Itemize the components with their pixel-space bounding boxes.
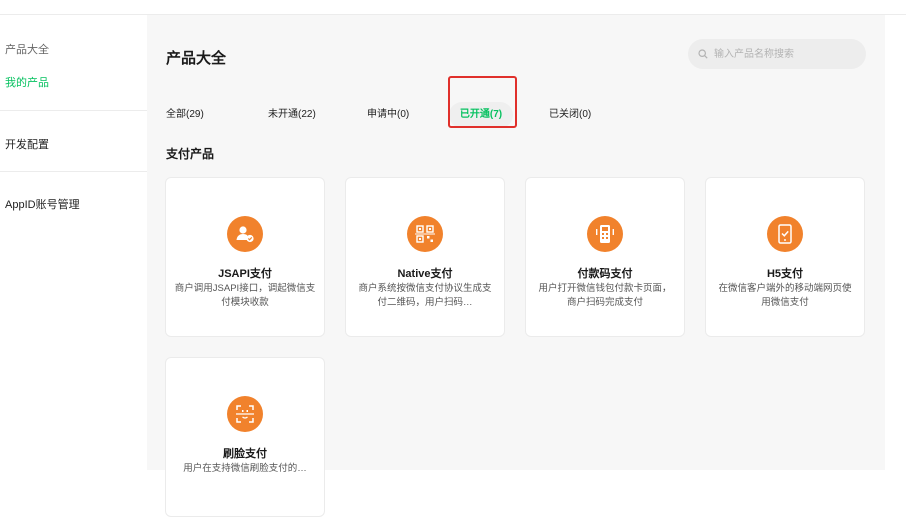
product-card-face-pay[interactable]: 刷脸支付 用户在支持微信刷脸支付的… <box>165 357 325 517</box>
search-input[interactable] <box>712 47 856 61</box>
sidebar-group-dev: 开发配置 <box>5 136 49 152</box>
sidebar-item-dev-config[interactable]: 开发配置 <box>5 136 49 152</box>
product-name: Native支付 <box>397 268 453 280</box>
product-card-h5[interactable]: H5支付 在微信客户端外的移动端网页使用微信支付 <box>705 177 865 337</box>
user-check-icon <box>227 216 263 252</box>
product-description: 商户调用JSAPI接口，调起微信支付模块收款 <box>174 283 316 308</box>
sidebar-divider <box>0 171 147 172</box>
tab-applying[interactable]: 申请中(0) <box>367 102 409 128</box>
pos-scanner-icon <box>587 216 623 252</box>
sidebar-group-appid: AppID账号管理 <box>5 196 80 212</box>
sidebar-item-my-products[interactable]: 我的产品 <box>5 74 49 90</box>
qr-code-icon <box>407 216 443 252</box>
section-title: 支付产品 <box>166 147 215 161</box>
tab-activated[interactable]: 已开通(7) <box>449 102 513 128</box>
tab-not-activated[interactable]: 未开通(22) <box>268 102 316 128</box>
product-name: 付款码支付 <box>577 268 633 280</box>
page-title: 产品大全 <box>166 50 227 67</box>
sidebar-divider <box>0 110 147 111</box>
top-bar <box>0 0 906 15</box>
right-gutter <box>885 15 906 470</box>
sidebar-item-appid-management[interactable]: AppID账号管理 <box>5 196 80 212</box>
product-card-jsapi[interactable]: JSAPI支付 商户调用JSAPI接口，调起微信支付模块收款 <box>165 177 325 337</box>
tab-all[interactable]: 全部(29) <box>166 102 204 128</box>
product-card-native[interactable]: Native支付 商户系统按微信支付协议生成支付二维码，用户扫码… <box>345 177 505 337</box>
main-content: 产品大全 全部(29) 未开通(22) 申请中(0) 已开通(7) 已关闭(0)… <box>147 15 885 517</box>
product-card-payment-code[interactable]: 付款码支付 用户打开微信钱包付款卡页面，商户扫码完成支付 <box>525 177 685 337</box>
product-description: 用户在支持微信刷脸支付的… <box>183 463 307 474</box>
product-description: 用户打开微信钱包付款卡页面，商户扫码完成支付 <box>538 283 672 308</box>
sidebar: 产品大全 我的产品 开发配置 AppID账号管理 <box>0 15 147 470</box>
sidebar-item-product-catalog[interactable]: 产品大全 <box>5 41 49 57</box>
product-name: JSAPI支付 <box>218 268 272 280</box>
search-icon <box>698 49 708 59</box>
product-description: 在微信客户端外的移动端网页使用微信支付 <box>718 283 852 308</box>
search-box[interactable] <box>688 39 866 69</box>
product-name: H5支付 <box>766 268 804 280</box>
face-scan-icon <box>227 396 263 432</box>
tab-closed[interactable]: 已关闭(0) <box>549 102 591 128</box>
product-description: 商户系统按微信支付协议生成支付二维码，用户扫码… <box>358 283 492 308</box>
sidebar-group-products: 产品大全 我的产品 <box>5 41 49 90</box>
product-name: 刷脸支付 <box>223 448 267 460</box>
mobile-check-icon <box>767 216 803 252</box>
